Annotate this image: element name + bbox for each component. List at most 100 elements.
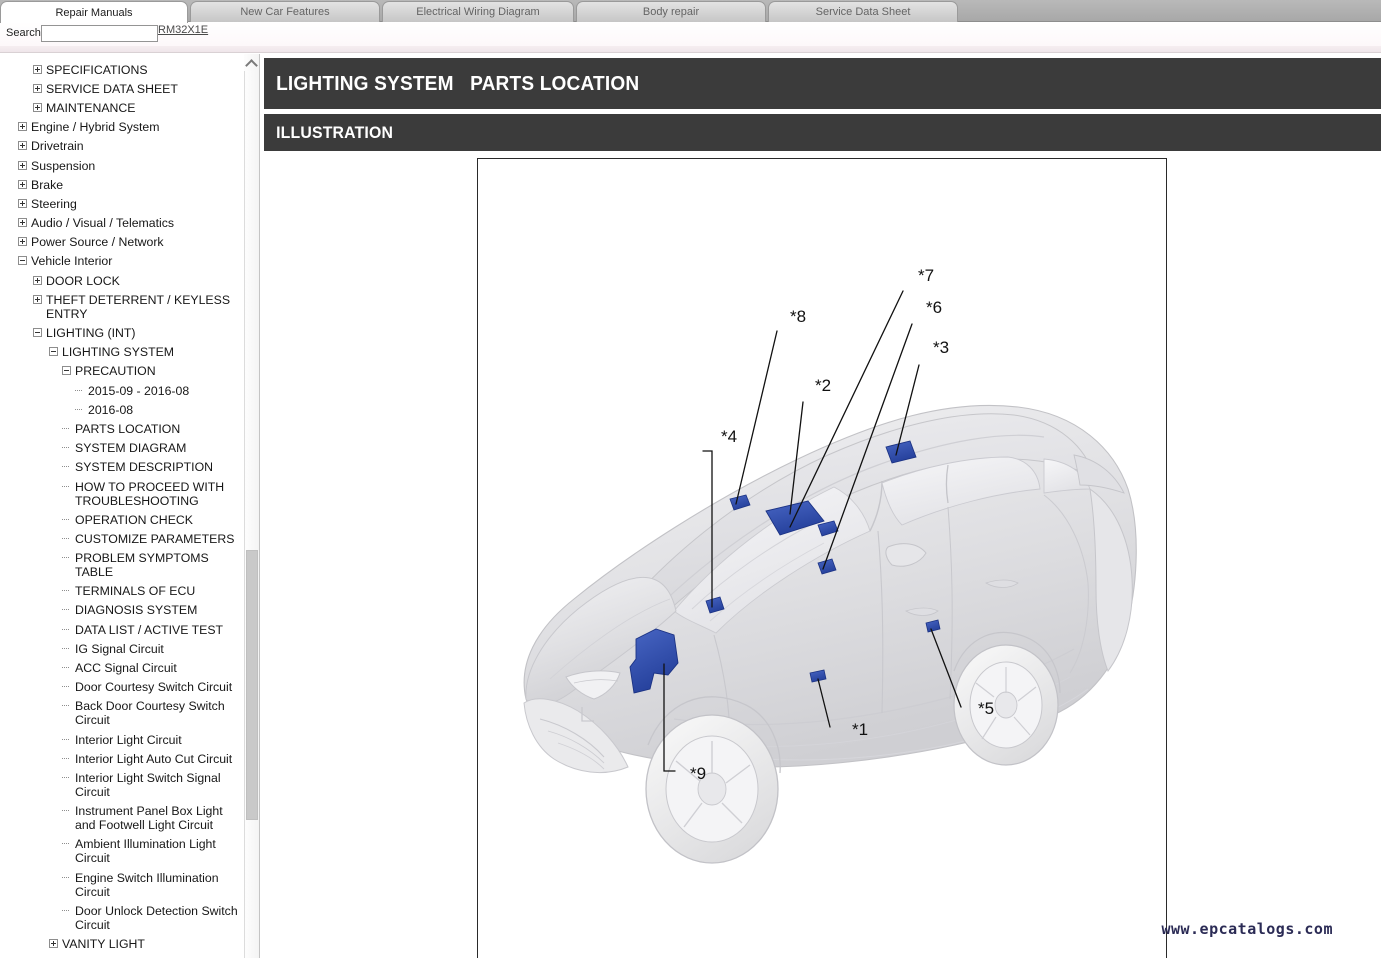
search-label: Search: xyxy=(6,27,44,39)
tree-item-back-door-courtesy-switch-circuit[interactable]: Back Door Courtesy Switch Circuit xyxy=(0,697,244,730)
tab-service-data-sheet[interactable]: Service Data Sheet xyxy=(768,1,958,22)
tree-item-label: Door Unlock Detection Switch Circuit xyxy=(75,903,238,932)
tree-item-system-description[interactable]: SYSTEM DESCRIPTION xyxy=(0,458,244,477)
tab-repair-manuals[interactable]: Repair Manuals xyxy=(0,1,188,23)
tree-item-problem-symptoms-table[interactable]: PROBLEM SYMPTOMS TABLE xyxy=(0,549,244,582)
callout-label-8: *8 xyxy=(790,307,806,326)
sidebar-scrollbar-track[interactable] xyxy=(244,54,259,958)
tree-item-label: PROBLEM SYMPTOMS TABLE xyxy=(75,551,209,580)
tree-item-engine-switch-illumination-circuit[interactable]: Engine Switch Illumination Circuit xyxy=(0,868,244,901)
tree-item-label: PARTS LOCATION xyxy=(75,421,181,436)
tree-item-label: Vehicle Interior xyxy=(31,254,113,269)
tree-item-precaution[interactable]: PRECAUTION xyxy=(0,362,244,381)
collapse-icon[interactable] xyxy=(49,347,58,357)
tree-item-maintenance[interactable]: MAINTENANCE xyxy=(0,98,244,117)
callout-label-3: *3 xyxy=(933,338,949,357)
tree-item-label: VANITY LIGHT xyxy=(62,936,145,951)
tree-item-theft-deterrent-keyless-entry[interactable]: THEFT DETERRENT / KEYLESS ENTRY xyxy=(0,290,244,323)
tree-item-steering[interactable]: Steering xyxy=(0,194,244,213)
tree-item-diagnosis-system[interactable]: DIAGNOSIS SYSTEM xyxy=(0,601,244,620)
tree-item-label: Suspension xyxy=(31,158,96,173)
tree-item-label: THEFT DETERRENT / KEYLESS ENTRY xyxy=(46,292,231,321)
expand-icon[interactable] xyxy=(18,141,27,151)
tree-item-lighting-int-[interactable]: LIGHTING (INT) xyxy=(0,323,244,342)
tree-item-data-list-active-test[interactable]: DATA LIST / ACTIVE TEST xyxy=(0,620,244,639)
tree-item-vanity-light[interactable]: VANITY LIGHT xyxy=(0,934,244,953)
tree-leaf-connector-icon xyxy=(62,806,71,815)
tree-item-label: LIGHTING SYSTEM xyxy=(62,345,175,360)
tree-item-suspension[interactable]: Suspension xyxy=(0,156,244,175)
tree-item-door-unlock-detection-switch-circuit[interactable]: Door Unlock Detection Switch Circuit xyxy=(0,901,244,934)
tab-new-car-features[interactable]: New Car Features xyxy=(190,1,380,22)
tree-item-label: Back Door Courtesy Switch Circuit xyxy=(75,699,225,728)
tree-item-service-data-sheet[interactable]: SERVICE DATA SHEET xyxy=(0,79,244,98)
tree-item-label: HOW TO PROCEED WITH TROUBLESHOOTING xyxy=(75,479,225,508)
manual-code-link[interactable]: RM32X1E xyxy=(158,24,208,36)
tree-item-label: PRECAUTION xyxy=(75,364,156,379)
tree-item-2015-09-2016-08[interactable]: 2015-09 - 2016-08 xyxy=(0,381,244,400)
tree-item-interior-light-circuit[interactable]: Interior Light Circuit xyxy=(0,730,244,749)
tree-item-terminals-of-ecu[interactable]: TERMINALS OF ECU xyxy=(0,582,244,601)
tree-item-customize-parameters[interactable]: CUSTOMIZE PARAMETERS xyxy=(0,529,244,548)
tree-item-acc-signal-circuit[interactable]: ACC Signal Circuit xyxy=(0,658,244,677)
tree-item-parts-location[interactable]: PARTS LOCATION xyxy=(0,419,244,438)
expand-icon[interactable] xyxy=(33,102,42,112)
search-input[interactable] xyxy=(41,25,158,42)
tree-item-specifications[interactable]: SPECIFICATIONS xyxy=(0,60,244,79)
tree-item-audio-visual-telematics[interactable]: Audio / Visual / Telematics xyxy=(0,214,244,233)
collapse-icon[interactable] xyxy=(18,256,27,266)
tree-leaf-connector-icon xyxy=(62,644,71,653)
tree-item-vanity-light-bulb[interactable]: VANITY LIGHT BULB xyxy=(0,954,244,958)
callout-label-5: *5 xyxy=(978,699,994,718)
tree-leaf-connector-icon xyxy=(62,873,71,882)
tree-item-2016-08[interactable]: 2016-08 xyxy=(0,400,244,419)
expand-icon[interactable] xyxy=(49,938,58,948)
tree-item-label: Steering xyxy=(31,196,77,211)
expand-icon[interactable] xyxy=(33,275,42,285)
tree-item-ambient-illumination-light-circuit[interactable]: Ambient Illumination Light Circuit xyxy=(0,835,244,868)
tree-leaf-connector-icon xyxy=(62,443,71,452)
callout-label-2: *2 xyxy=(815,376,831,395)
tree-leaf-connector-icon xyxy=(62,735,71,744)
tree-item-door-lock[interactable]: DOOR LOCK xyxy=(0,271,244,290)
tree-item-ig-signal-circuit[interactable]: IG Signal Circuit xyxy=(0,639,244,658)
expand-icon[interactable] xyxy=(18,218,27,228)
tab-body-repair[interactable]: Body repair xyxy=(576,1,766,22)
tree-item-engine-hybrid-system[interactable]: Engine / Hybrid System xyxy=(0,118,244,137)
tree-item-system-diagram[interactable]: SYSTEM DIAGRAM xyxy=(0,439,244,458)
tree-item-lighting-system[interactable]: LIGHTING SYSTEM xyxy=(0,343,244,362)
tree-item-label: SYSTEM DIAGRAM xyxy=(75,441,187,456)
collapse-icon[interactable] xyxy=(62,366,71,376)
tree-item-how-to-proceed-with-troubleshooting[interactable]: HOW TO PROCEED WITH TROUBLESHOOTING xyxy=(0,477,244,510)
expand-icon[interactable] xyxy=(18,160,27,170)
tree-item-label: Brake xyxy=(31,177,64,192)
tree-leaf-connector-icon xyxy=(62,701,71,710)
callout-label-4: *4 xyxy=(721,427,737,446)
tree-item-power-source-network[interactable]: Power Source / Network xyxy=(0,233,244,252)
tree-item-label: Engine / Hybrid System xyxy=(31,120,160,135)
tab-electrical-wiring-diagram[interactable]: Electrical Wiring Diagram xyxy=(382,1,574,22)
expand-icon[interactable] xyxy=(18,237,27,247)
tree-item-operation-check[interactable]: OPERATION CHECK xyxy=(0,510,244,529)
expand-icon[interactable] xyxy=(18,122,27,132)
expand-icon[interactable] xyxy=(33,83,42,93)
page-title: LIGHTING SYSTEM PARTS LOCATION xyxy=(276,71,640,95)
tree-item-vehicle-interior[interactable]: Vehicle Interior xyxy=(0,252,244,271)
collapse-icon[interactable] xyxy=(33,328,42,338)
sidebar-scrollbar-thumb[interactable] xyxy=(246,550,258,820)
expand-icon[interactable] xyxy=(33,64,42,74)
tree-item-interior-light-switch-signal-circuit[interactable]: Interior Light Switch Signal Circuit xyxy=(0,768,244,801)
tree-item-door-courtesy-switch-circuit[interactable]: Door Courtesy Switch Circuit xyxy=(0,678,244,697)
tree-item-label: DATA LIST / ACTIVE TEST xyxy=(75,622,224,637)
tree-item-instrument-panel-box-light-and-footwell-[interactable]: Instrument Panel Box Light and Footwell … xyxy=(0,802,244,835)
tree-item-label: Interior Light Switch Signal Circuit xyxy=(75,770,221,799)
expand-icon[interactable] xyxy=(18,179,27,189)
expand-icon[interactable] xyxy=(18,198,27,208)
tree-item-brake[interactable]: Brake xyxy=(0,175,244,194)
tree-item-interior-light-auto-cut-circuit[interactable]: Interior Light Auto Cut Circuit xyxy=(0,749,244,768)
tree-item-label: Ambient Illumination Light Circuit xyxy=(75,837,216,866)
tree-item-drivetrain[interactable]: Drivetrain xyxy=(0,137,244,156)
scroll-up-arrow-icon[interactable] xyxy=(244,54,259,71)
expand-icon[interactable] xyxy=(33,294,42,304)
tree-item-label: SERVICE DATA SHEET xyxy=(46,81,178,96)
